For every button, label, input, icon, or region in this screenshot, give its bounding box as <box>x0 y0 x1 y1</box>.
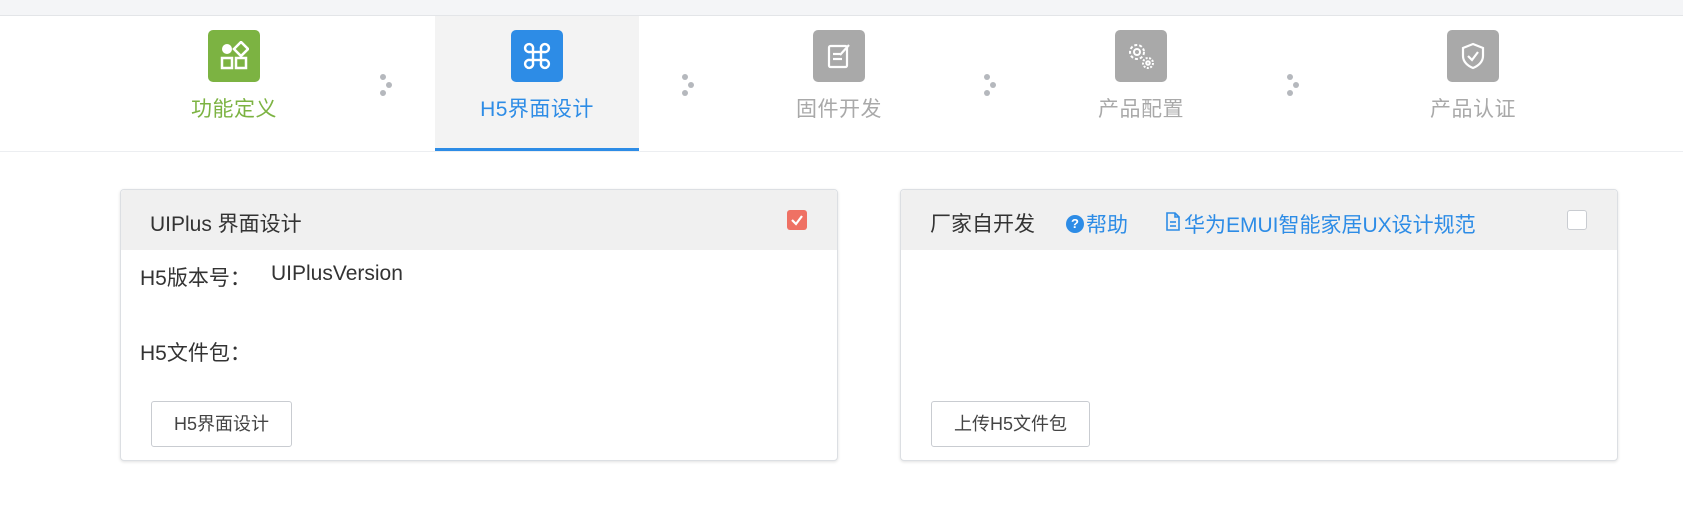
step-firmware[interactable]: 固件开发 <box>737 16 941 151</box>
uiplus-select-checkbox[interactable] <box>787 210 807 230</box>
top-bar <box>0 0 1683 16</box>
step-label: H5界面设计 <box>480 98 594 121</box>
step-label: 产品认证 <box>1430 98 1516 121</box>
step-connector <box>1287 74 1301 96</box>
vendor-select-checkbox[interactable] <box>1567 210 1587 230</box>
step-label: 功能定义 <box>191 98 277 121</box>
step-label: 固件开发 <box>796 98 882 121</box>
h5-version-label: H5版本号： <box>140 267 251 290</box>
card-title: 厂家自开发 <box>930 213 1035 236</box>
product-config-icon <box>1115 30 1167 82</box>
emui-spec-label: 华为EMUI智能家居UX设计规范 <box>1184 214 1476 237</box>
step-label: 产品配置 <box>1098 98 1184 121</box>
step-connector <box>984 74 998 96</box>
function-define-icon <box>208 30 260 82</box>
help-icon: ? <box>1066 215 1084 233</box>
step-connector <box>380 74 394 96</box>
uiplus-design-card: UIPlus 界面设计 H5版本号： UIPlusVersion H5文件包： … <box>120 189 838 461</box>
step-product-config[interactable]: 产品配置 <box>1039 16 1243 151</box>
firmware-icon <box>813 30 865 82</box>
h5-version-value: UIPlusVersion <box>271 262 403 285</box>
card-header: 厂家自开发 ? 帮助 华为EMUI智能家居UX设计规范 <box>901 190 1617 250</box>
step-navigation: 功能定义 H5界面设计 固件开发 产品配置 产品认证 <box>0 16 1683 152</box>
h5-design-icon <box>511 30 563 82</box>
product-cert-icon <box>1447 30 1499 82</box>
card-title: UIPlus 界面设计 <box>150 213 302 236</box>
upload-h5-package-button[interactable]: 上传H5文件包 <box>931 401 1091 447</box>
help-label: 帮助 <box>1086 214 1128 237</box>
help-link[interactable]: ? 帮助 <box>1066 209 1128 239</box>
vendor-develop-card: 厂家自开发 ? 帮助 华为EMUI智能家居UX设计规范 上传H5文件包 <box>900 189 1618 461</box>
step-h5-design[interactable]: H5界面设计 <box>435 16 639 151</box>
card-header: UIPlus 界面设计 <box>121 190 837 250</box>
emui-spec-link[interactable]: 华为EMUI智能家居UX设计规范 <box>1165 209 1476 239</box>
step-function-define[interactable]: 功能定义 <box>132 16 336 151</box>
h5-file-label: H5文件包： <box>140 342 251 365</box>
step-connector <box>682 74 696 96</box>
document-icon <box>1165 211 1181 237</box>
h5-design-button[interactable]: H5界面设计 <box>151 401 293 447</box>
step-product-cert[interactable]: 产品认证 <box>1371 16 1575 151</box>
